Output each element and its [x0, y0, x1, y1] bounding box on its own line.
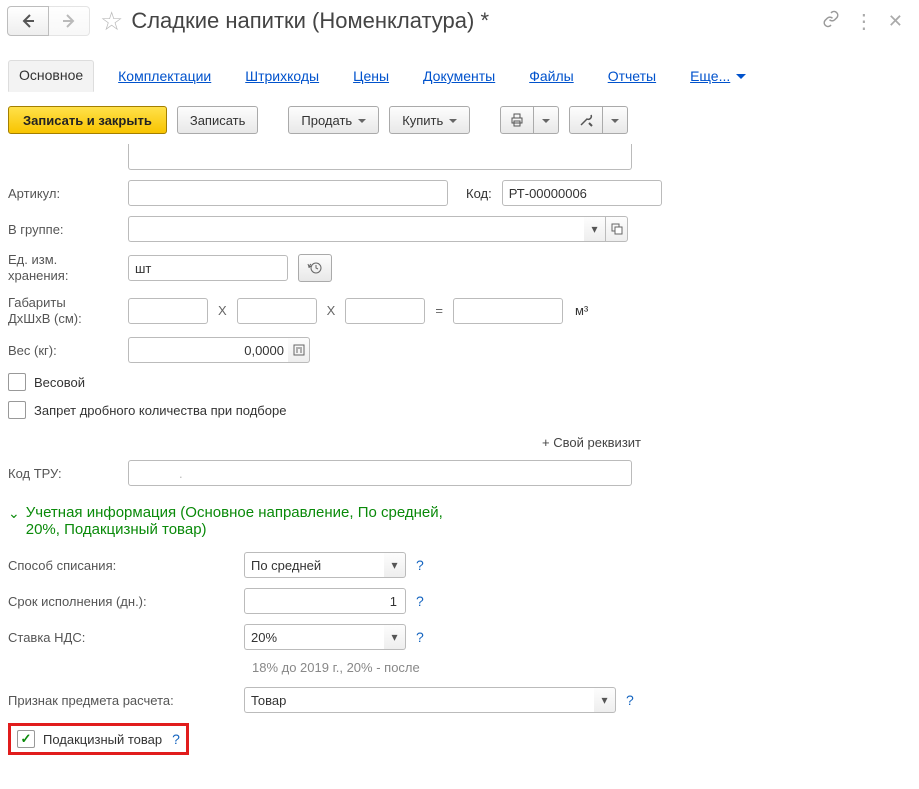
name-input[interactable] [128, 144, 632, 170]
add-property-link[interactable]: + Свой реквизит [8, 429, 911, 460]
tab-reports[interactable]: Отчеты [598, 62, 666, 92]
group-dropdown-button[interactable]: ▾ [584, 216, 606, 242]
save-close-button[interactable]: Записать и закрыть [8, 106, 167, 134]
group-input[interactable] [128, 216, 584, 242]
vat-dropdown-button[interactable]: ▾ [384, 624, 406, 650]
excise-highlight: ✓ Подакцизный товар ? [8, 723, 189, 755]
nav-forward-button[interactable] [49, 6, 90, 36]
dims-label: ГабаритыДхШхВ (см): [8, 295, 128, 328]
accounting-section-toggle[interactable]: ⌄ Учетная информация (Основное направлен… [8, 496, 911, 552]
code-label: Код: [466, 186, 492, 201]
tab-more[interactable]: Еще... [680, 62, 756, 92]
weight-calc-button[interactable] [288, 337, 310, 363]
chevron-down-icon [358, 119, 366, 127]
tab-prices[interactable]: Цены [343, 62, 399, 92]
writeoff-dropdown-button[interactable]: ▾ [384, 552, 406, 578]
help-icon[interactable]: ? [626, 692, 634, 708]
toolbar: Записать и закрыть Записать Продать Купи… [0, 92, 919, 140]
subject-dropdown-button[interactable]: ▾ [594, 687, 616, 713]
save-button[interactable]: Записать [177, 106, 259, 134]
no-fraction-label: Запрет дробного количества при подборе [34, 403, 286, 418]
tools-button[interactable] [569, 106, 603, 134]
sell-button[interactable]: Продать [288, 106, 379, 134]
no-fraction-checkbox[interactable] [8, 401, 26, 419]
tru-label: Код ТРУ: [8, 466, 128, 481]
chevron-down-icon: ⌄ [8, 504, 20, 524]
chevron-down-icon [542, 119, 550, 127]
dim-volume-input[interactable] [453, 298, 563, 324]
vat-label: Ставка НДС: [8, 630, 244, 645]
dim-width-input[interactable] [237, 298, 317, 324]
close-icon[interactable]: ✕ [888, 11, 903, 32]
sku-label: Артикул: [8, 186, 128, 201]
group-label: В группе: [8, 222, 128, 237]
link-icon[interactable] [822, 10, 840, 33]
excise-checkbox[interactable]: ✓ [17, 730, 35, 748]
help-icon[interactable]: ? [172, 731, 180, 747]
writeoff-select[interactable]: По средней [244, 552, 384, 578]
uom-label: Ед. изм.хранения: [8, 252, 128, 285]
buy-button[interactable]: Купить [389, 106, 470, 134]
help-icon[interactable]: ? [416, 557, 424, 573]
dim-height-input[interactable] [345, 298, 425, 324]
tab-files[interactable]: Файлы [519, 62, 583, 92]
tab-barcodes[interactable]: Штрихкоды [235, 62, 329, 92]
excise-label: Подакцизный товар [43, 732, 162, 747]
nav-back-button[interactable] [7, 6, 49, 36]
tru-input[interactable]: . [128, 460, 632, 486]
favorite-icon[interactable]: ☆ [100, 8, 123, 34]
tab-bar: Основное Комплектации Штрихкоды Цены Док… [0, 42, 919, 92]
uom-history-button[interactable] [298, 254, 332, 282]
help-icon[interactable]: ? [416, 629, 424, 645]
volume-unit: м³ [575, 303, 588, 318]
kebab-icon[interactable]: ⋮ [854, 9, 874, 34]
group-open-button[interactable] [606, 216, 628, 242]
vat-select[interactable]: 20% [244, 624, 384, 650]
vat-hint: 18% до 2019 г., 20% - после [8, 660, 911, 675]
tab-kits[interactable]: Комплектации [108, 62, 221, 92]
chevron-down-icon [611, 119, 619, 127]
writeoff-label: Способ списания: [8, 558, 244, 573]
duration-label: Срок исполнения (дн.): [8, 594, 244, 609]
subject-label: Признак предмета расчета: [8, 693, 244, 708]
chevron-down-icon [449, 119, 457, 127]
weight-input[interactable]: 0,0000 [128, 337, 288, 363]
code-field[interactable]: РТ-00000006 [502, 180, 662, 206]
tools-dropdown-button[interactable] [603, 106, 628, 134]
weight-label: Вес (кг): [8, 343, 128, 358]
sku-input[interactable] [128, 180, 448, 206]
subject-select[interactable]: Товар [244, 687, 594, 713]
weighted-label: Весовой [34, 375, 85, 390]
duration-input[interactable]: 1 [244, 588, 406, 614]
tab-main[interactable]: Основное [8, 60, 94, 92]
dim-length-input[interactable] [128, 298, 208, 324]
uom-field[interactable]: шт [128, 255, 288, 281]
help-icon[interactable]: ? [416, 593, 424, 609]
tab-docs[interactable]: Документы [413, 62, 505, 92]
page-title: Сладкие напитки (Номенклатура) * [131, 8, 822, 34]
weighted-checkbox[interactable] [8, 373, 26, 391]
print-button[interactable] [500, 106, 534, 134]
print-dropdown-button[interactable] [534, 106, 559, 134]
